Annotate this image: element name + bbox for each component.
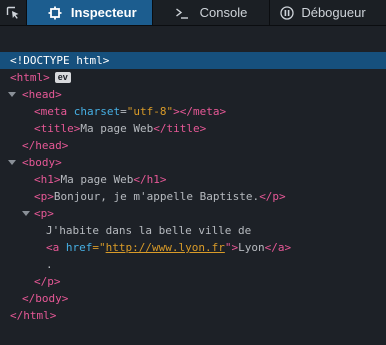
p2-open-tag: <p> <box>34 207 54 220</box>
head-close-tag: </head> <box>22 139 69 152</box>
meta-attr-value: "utf-8" <box>126 105 174 118</box>
pause-icon <box>280 5 294 20</box>
body-close-tag: </body> <box>22 292 69 305</box>
title-close-tag: </title> <box>153 122 207 135</box>
node-p2[interactable]: <p> <box>0 205 386 222</box>
event-badge[interactable]: ev <box>54 72 71 83</box>
body-open-tag: <body> <box>22 156 62 169</box>
a-attr-eq: =" <box>92 241 106 254</box>
tab-console-label: Console <box>199 5 248 20</box>
head-open-tag: <head> <box>22 88 62 101</box>
tab-inspector-label: Inspecteur <box>70 5 137 20</box>
node-p2-text[interactable]: J'habite dans la belle ville de <box>0 222 386 239</box>
title-open-tag: <title> <box>34 122 81 135</box>
p1-text: Bonjour, je m'appelle Baptiste. <box>53 190 260 203</box>
tab-debugger-label: Débogueur <box>301 5 366 20</box>
doctype-text: <!DOCTYPE html> <box>10 54 110 67</box>
node-html-close[interactable]: </html> <box>0 307 386 324</box>
element-picker-icon <box>6 6 19 19</box>
node-meta[interactable]: <meta charset="utf-8"></meta> <box>0 103 386 120</box>
a-open-tag: <a <box>46 241 60 254</box>
node-head[interactable]: <head> <box>0 86 386 103</box>
meta-close-tag: ></meta> <box>173 105 227 118</box>
h1-open-tag: <h1> <box>34 173 61 186</box>
tab-console[interactable]: Console <box>153 0 271 25</box>
a-attr-name: href <box>65 241 93 254</box>
node-h1[interactable]: <h1>Ma page Web</h1> <box>0 171 386 188</box>
inspector-icon <box>48 6 62 19</box>
a-attr-end: "> <box>224 241 239 254</box>
title-text: Ma page Web <box>80 122 154 135</box>
p2-text: J'habite dans la belle ville de <box>46 224 252 237</box>
h1-close-tag: </h1> <box>133 173 167 186</box>
console-prompt-icon <box>175 7 188 19</box>
meta-open-tag: <meta <box>34 105 68 118</box>
node-p2-close[interactable]: </p> <box>0 273 386 290</box>
devtools-toolbar: Inspecteur Console Débogueur <box>0 0 386 26</box>
node-title[interactable]: <title>Ma page Web</title> <box>0 120 386 137</box>
node-body-close[interactable]: </body> <box>0 290 386 307</box>
markup-tree: <!DOCTYPE html> <html> ev <head> <meta ch… <box>0 26 386 345</box>
element-picker-button[interactable] <box>0 0 27 25</box>
node-body[interactable]: <body> <box>0 154 386 171</box>
html-close-tag: </html> <box>10 309 57 322</box>
h1-text: Ma page Web <box>60 173 134 186</box>
p2-close-tag: </p> <box>34 275 61 288</box>
expand-toggle-icon[interactable] <box>22 211 30 216</box>
node-head-close[interactable]: </head> <box>0 137 386 154</box>
p1-close-tag: </p> <box>259 190 286 203</box>
tab-debugger[interactable]: Débogueur <box>270 0 386 25</box>
expand-toggle-icon[interactable] <box>8 92 16 97</box>
node-p2-tail[interactable]: . <box>0 256 386 273</box>
p1-open-tag: <p> <box>34 190 54 203</box>
a-close-tag: </a> <box>264 241 292 254</box>
html-open-tag: <html> <box>10 71 50 84</box>
node-p1[interactable]: <p>Bonjour, je m'appelle Baptiste.</p> <box>0 188 386 205</box>
node-anchor[interactable]: <a href="http://www.lyon.fr">Lyon</a> <box>0 239 386 256</box>
p2-tail-text: . <box>46 258 53 271</box>
meta-attr-name: charset <box>73 105 121 118</box>
expand-toggle-icon[interactable] <box>8 160 16 165</box>
node-doctype[interactable]: <!DOCTYPE html> <box>0 52 386 69</box>
tab-inspector[interactable]: Inspecteur <box>26 0 153 25</box>
node-html[interactable]: <html> ev <box>0 69 386 86</box>
a-text: Lyon <box>238 241 265 254</box>
a-href-link[interactable]: http://www.lyon.fr <box>106 241 225 254</box>
